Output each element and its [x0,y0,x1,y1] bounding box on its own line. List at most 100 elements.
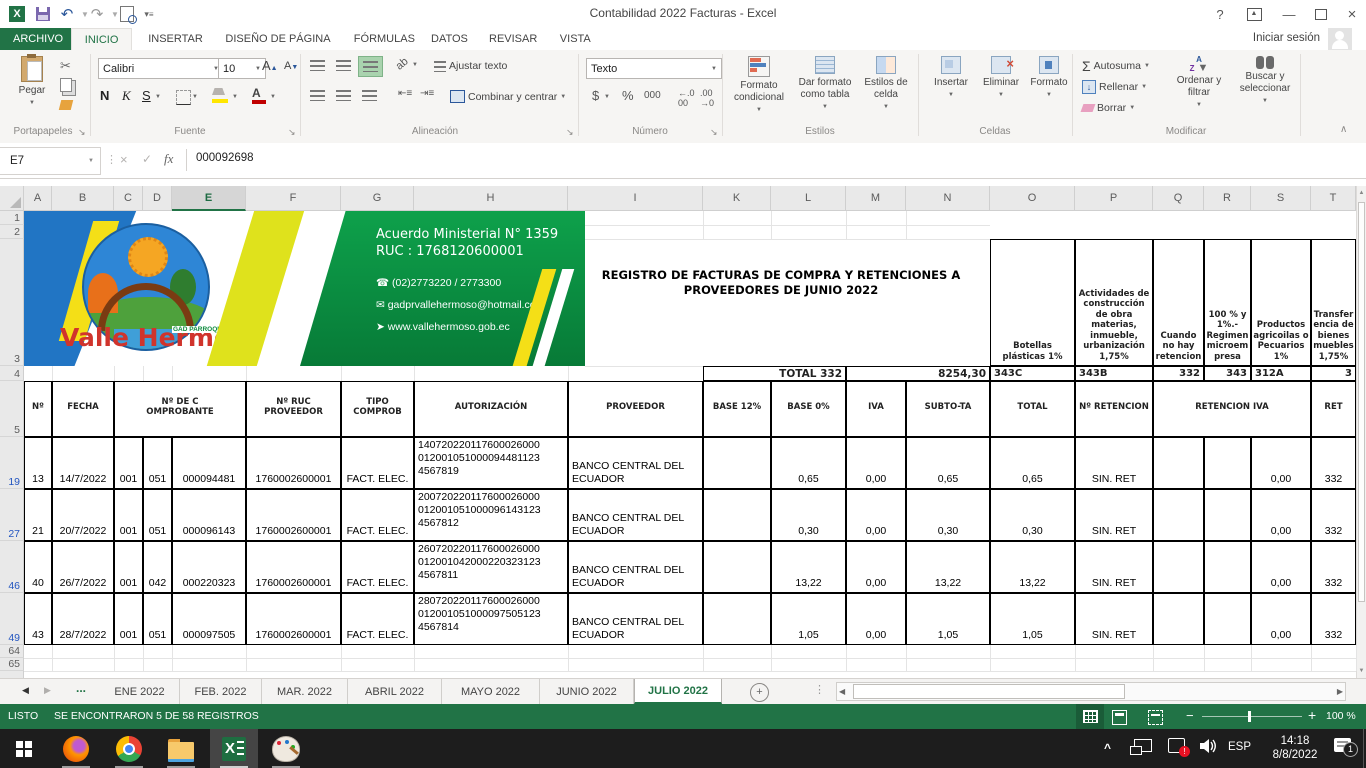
cell-T27[interactable]: 332 [1311,489,1356,541]
fx-button[interactable]: fx [164,151,173,167]
cell-L49[interactable]: 1,05 [771,593,846,645]
sign-in-link[interactable]: Iniciar sesión [1253,32,1320,44]
cell-I46[interactable]: BANCO CENTRAL DEL ECUADOR [568,541,703,593]
table-header-proveedor[interactable]: PROVEEDOR [568,381,703,437]
currency-button[interactable]: $ [592,88,599,103]
tax-column-header-T[interactable]: Transferencia de bienes muebles 1,75% [1311,239,1356,366]
cell-H49[interactable]: 280720220117600026000 012001051000097505… [414,593,568,645]
totals-label-cell[interactable]: TOTAL 332 [703,366,846,381]
cell-N49[interactable]: 1,05 [906,593,990,645]
orientation-dropdown[interactable]: ▼ [412,62,418,68]
align-bottom-button[interactable] [358,56,383,77]
ribbon-tab-datos[interactable]: DATOS [418,28,481,50]
cell-M19[interactable]: 0,00 [846,437,906,489]
select-all-corner[interactable] [0,186,24,211]
ribbon-tab-f-rmulas[interactable]: FÓRMULAS [341,28,428,50]
tax-column-code-T[interactable]: 3 [1311,366,1356,381]
cut-button[interactable]: ✂ [60,58,71,74]
sheet-tab-ene-2022[interactable]: ENE 2022 [100,679,180,704]
close-button[interactable]: × [1338,0,1366,28]
row-header-65[interactable]: 65 [0,658,24,671]
cell-B27[interactable]: 20/7/2022 [52,489,114,541]
table-header-ruc[interactable]: Nº RUC PROVEEDOR [246,381,341,437]
taskbar-explorer[interactable] [157,729,205,768]
row-header-5[interactable]: 5 [0,381,24,437]
cell-E27[interactable]: 000096143 [172,489,246,541]
row-header-2[interactable]: 2 [0,225,24,239]
table-header-iva[interactable]: IVA [846,381,906,437]
row-header-19[interactable]: 19 [0,437,24,489]
zoom-level[interactable]: 100 % [1326,710,1356,722]
cell-G27[interactable]: FACT. ELEC. [341,489,414,541]
column-header-T[interactable]: T [1311,186,1356,211]
percent-button[interactable]: % [622,88,634,103]
comma-style-button[interactable]: 000 [644,90,661,101]
cell-G46[interactable]: FACT. ELEC. [341,541,414,593]
tax-column-code-Q[interactable]: 332 [1153,366,1204,381]
cell-C46[interactable]: 001 [114,541,143,593]
cell-O27[interactable]: 0,30 [990,489,1075,541]
cell-A19[interactable]: 13 [24,437,52,489]
sheet-nav-prev[interactable]: ◀ [22,685,29,696]
font-size-combo[interactable]: 10▼ [218,58,266,79]
ribbon-display-button[interactable]: ▲ [1238,0,1270,28]
tray-volume-icon[interactable] [1200,738,1218,759]
cell-A27[interactable]: 21 [24,489,52,541]
cell-I49[interactable]: BANCO CENTRAL DEL ECUADOR [568,593,703,645]
cell-N19[interactable]: 0,65 [906,437,990,489]
table-header-nretencion[interactable]: Nº RETENCION [1075,381,1153,437]
cell-Q27[interactable] [1153,489,1204,541]
column-header-N[interactable]: N [906,186,990,211]
taskbar-chrome[interactable] [105,729,153,768]
alignment-dialog-launcher[interactable]: ↘ [566,127,574,138]
cell-S19[interactable]: 0,00 [1251,437,1311,489]
cell-E19[interactable]: 000094481 [172,437,246,489]
paste-button[interactable]: Pegar▼ [10,56,54,109]
cell-P19[interactable]: SIN. RET [1075,437,1153,489]
hscroll-left-arrow[interactable]: ◀ [839,687,845,696]
cell-B49[interactable]: 28/7/2022 [52,593,114,645]
cell-O49[interactable]: 1,05 [990,593,1075,645]
totals-value-cell[interactable]: 8254,30 [846,366,990,381]
cancel-button[interactable]: × [120,152,128,167]
view-page-layout-button[interactable] [1112,710,1127,725]
align-center-button[interactable] [336,90,351,101]
cell-H27[interactable]: 200720220117600026000 012001051000096143… [414,489,568,541]
table-header-base12[interactable]: BASE 12% [703,381,771,437]
cell-Q46[interactable] [1153,541,1204,593]
format-painter-button[interactable] [59,100,73,110]
align-top-button[interactable] [310,60,325,71]
taskbar-firefox[interactable] [52,729,100,768]
enter-button[interactable]: ✓ [142,152,152,166]
format-as-table-button[interactable]: Dar formato como tabla▼ [794,56,856,113]
increase-decimal-button[interactable]: ←.000 [678,88,695,108]
copy-button[interactable] [60,78,72,92]
tabbar-splitter[interactable]: ⋮ [814,683,825,696]
ribbon-tab-inicio[interactable]: INICIO [71,28,133,51]
formula-input[interactable]: 000092698 [196,152,254,164]
cell-K49[interactable] [703,593,771,645]
column-header-C[interactable]: C [114,186,143,211]
table-header-total[interactable]: TOTAL [990,381,1075,437]
cell-H46[interactable]: 260720220117600026000 012001042000220323… [414,541,568,593]
number-format-combo[interactable]: Texto▼ [586,58,722,79]
merge-center-button[interactable]: Combinar y centrar▼ [450,90,566,103]
taskbar-excel[interactable]: X [210,729,258,768]
borders-button[interactable] [176,90,191,105]
name-box[interactable]: E7 ▼ [0,147,101,175]
decrease-decimal-button[interactable]: .00→0 [700,88,714,108]
sheet-tab-abril-2022[interactable]: ABRIL 2022 [348,679,442,704]
cell-B46[interactable]: 26/7/2022 [52,541,114,593]
cell-F27[interactable]: 1760002600001 [246,489,341,541]
column-header-D[interactable]: D [143,186,172,211]
align-middle-button[interactable] [336,60,351,71]
restore-button[interactable] [1306,0,1336,28]
zoom-in-button[interactable]: + [1308,707,1316,723]
align-right-button[interactable] [362,90,377,101]
cell-F19[interactable]: 1760002600001 [246,437,341,489]
tax-column-header-P[interactable]: Actividades de construcción de obra mate… [1075,239,1153,366]
font-name-combo[interactable]: Calibri▼ [98,58,224,79]
zoom-slider-thumb[interactable] [1248,711,1251,722]
cell-K19[interactable] [703,437,771,489]
table-header-n[interactable]: Nº [24,381,52,437]
